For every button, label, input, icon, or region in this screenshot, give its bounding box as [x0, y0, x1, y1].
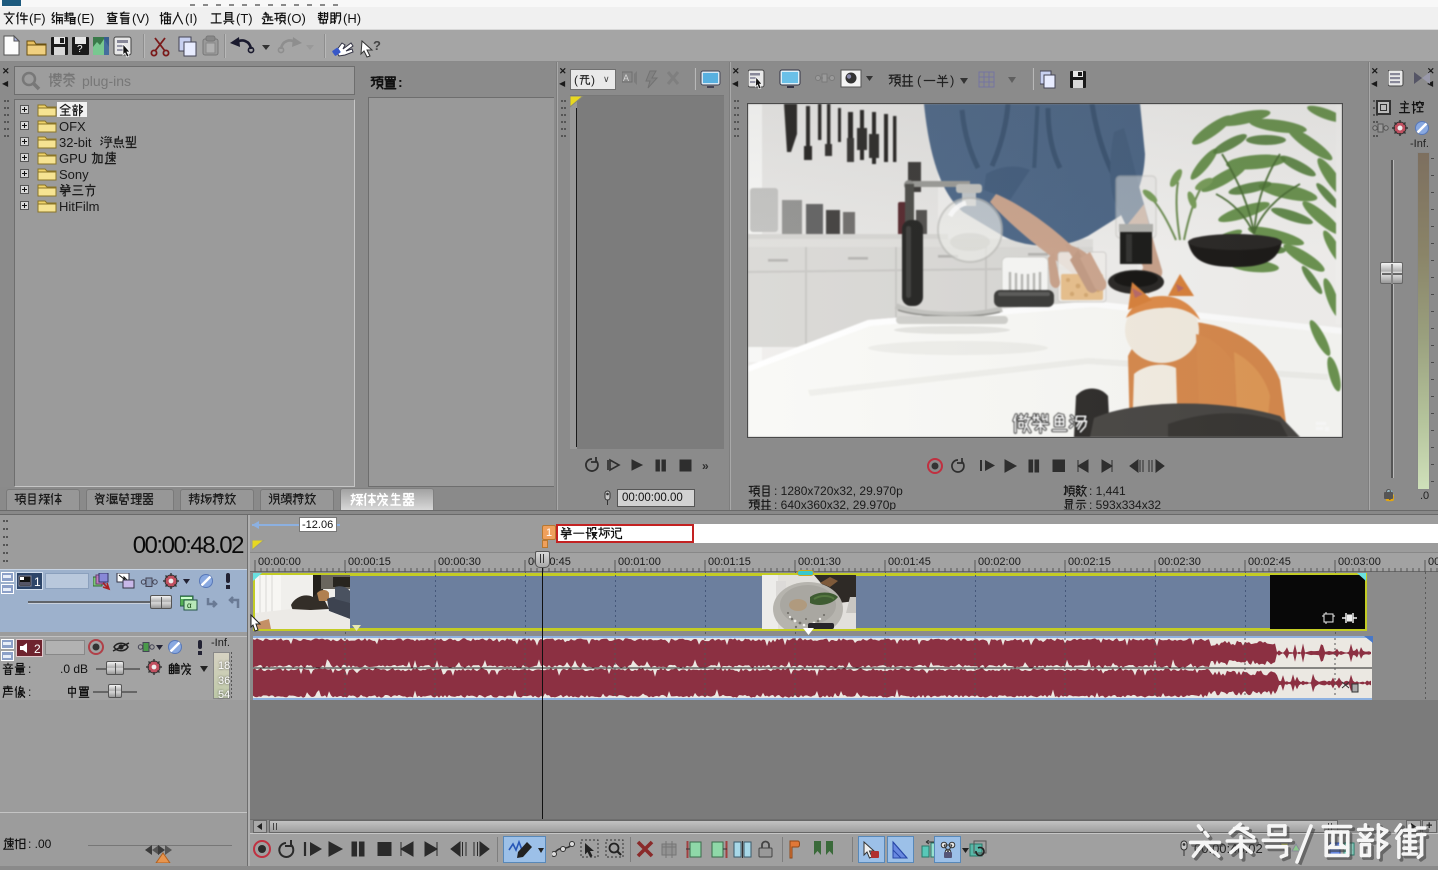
- svg-text:00:01:15: 00:01:15: [708, 556, 751, 568]
- svg-text:00:01:45: 00:01:45: [888, 556, 931, 568]
- svg-text:?: ?: [77, 44, 83, 55]
- svg-text:00:03:00: 00:03:00: [1338, 556, 1381, 568]
- svg-text:00:00:30: 00:00:30: [438, 556, 481, 568]
- svg-text:00:01:30: 00:01:30: [798, 556, 841, 568]
- svg-text:00:02:45: 00:02:45: [1248, 556, 1291, 568]
- svg-text:A: A: [623, 73, 629, 83]
- svg-text:α: α: [187, 601, 192, 610]
- svg-text:00:02:00: 00:02:00: [978, 556, 1021, 568]
- svg-text:00:01:00: 00:01:00: [618, 556, 661, 568]
- svg-text:00:00:15: 00:00:15: [348, 556, 391, 568]
- svg-text:?: ?: [373, 38, 381, 53]
- svg-text:00:00:00: 00:00:00: [258, 556, 301, 568]
- svg-text:00:03:15: 00:03:15: [1428, 556, 1438, 568]
- svg-text:00:02:30: 00:02:30: [1158, 556, 1201, 568]
- svg-text:»: »: [702, 459, 709, 473]
- svg-text:00:02:15: 00:02:15: [1068, 556, 1111, 568]
